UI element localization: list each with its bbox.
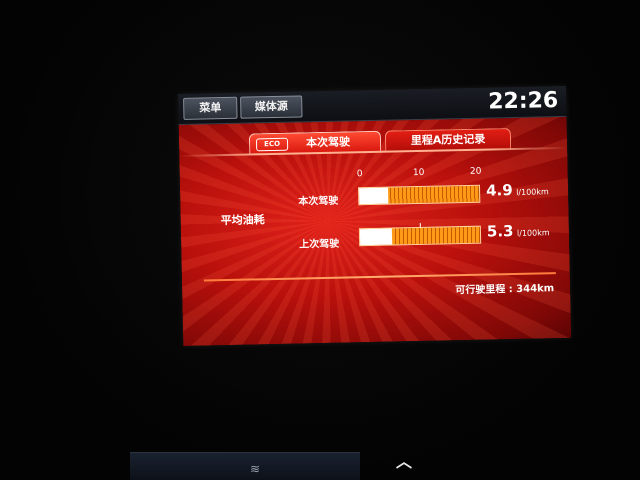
clock: 22:26 bbox=[487, 88, 559, 115]
current-trip-fuel-bar-fill bbox=[359, 187, 389, 205]
scale-tick-label: 20 bbox=[469, 166, 482, 177]
last-trip-fuel-bar bbox=[358, 222, 482, 247]
current-trip-fuel-unit: l/100km bbox=[516, 187, 549, 197]
bar-tick-mark bbox=[419, 222, 421, 228]
tab-trip-a-history-label: 里程A历史记录 bbox=[410, 132, 486, 148]
remaining-range: 可行驶里程 : 344km bbox=[455, 283, 555, 297]
current-trip-row-label: 本次驾驶 bbox=[298, 195, 339, 208]
last-trip-row-label: 上次驾驶 bbox=[299, 238, 340, 251]
tab-current-trip-label: 本次驾驶 bbox=[305, 135, 351, 150]
fuel-scale: 0 10 20 bbox=[356, 166, 482, 182]
scale-tick-label: 0 bbox=[356, 169, 363, 180]
current-trip-fuel-value: 4.9 bbox=[485, 181, 513, 200]
menu-button[interactable]: 菜单 bbox=[183, 96, 238, 120]
scale-tick-label: 10 bbox=[412, 167, 425, 179]
chevron-up-icon[interactable]: ︿ bbox=[396, 448, 412, 472]
current-trip-fuel-bar bbox=[357, 184, 481, 206]
average-fuel-label: 平均油耗 bbox=[220, 213, 265, 228]
last-trip-fuel-value: 5.3 bbox=[486, 222, 514, 241]
media-source-button[interactable]: 媒体源 bbox=[240, 95, 303, 119]
infotainment-screen: 菜单 媒体源 22:26 ECO 本次驾驶 里程A历史记录 平均油耗 0 10 … bbox=[178, 85, 572, 346]
last-trip-fuel-bar-fill bbox=[359, 228, 392, 246]
last-trip-fuel-unit: l/100km bbox=[516, 228, 550, 238]
photo-stage: 菜单 媒体源 22:26 ECO 本次驾驶 里程A历史记录 平均油耗 0 10 … bbox=[0, 0, 640, 480]
fuel-economy-panel: ECO 本次驾驶 里程A历史记录 平均油耗 0 10 20 本次驾驶 4.9 l… bbox=[178, 116, 572, 346]
seat-heat-icon: ≋ bbox=[250, 462, 261, 476]
eco-badge: ECO bbox=[255, 137, 289, 152]
lower-console-panel bbox=[130, 452, 360, 480]
